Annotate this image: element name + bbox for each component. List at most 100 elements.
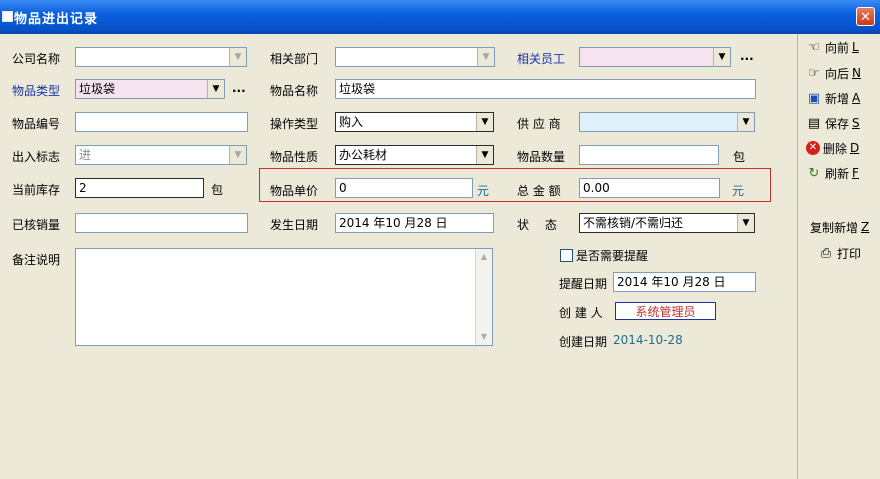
refresh-label: 刷新 [825, 166, 850, 181]
copy-new-button[interactable]: 复制新增 Z [810, 218, 869, 236]
item-nature-select[interactable]: 办公耗材 ▼ [335, 145, 494, 165]
op-type-label: 操作类型 [270, 117, 319, 131]
save-label: 保存 [825, 116, 850, 131]
remind-date-label: 提醒日期 [559, 277, 608, 291]
next-label: 向后 [825, 66, 850, 81]
print-label: 打印 [837, 246, 862, 261]
written-off-input[interactable] [75, 213, 248, 233]
item-code-input[interactable] [75, 112, 248, 132]
status-label: 状 态 [517, 218, 557, 232]
refresh-icon: ↻ [808, 165, 820, 181]
staff-select[interactable]: ▼ [579, 47, 731, 67]
item-code-label: 物品编号 [12, 117, 61, 131]
dept-label: 相关部门 [270, 52, 319, 66]
chevron-down-icon[interactable]: ▼ [476, 113, 493, 131]
date-label: 发生日期 [270, 218, 319, 232]
item-type-select[interactable]: 垃圾袋 ▼ [75, 79, 225, 99]
title-bar: 物品进出记录 ✕ [0, 0, 880, 34]
item-type-label: 物品类型 [12, 84, 61, 98]
unit-price-input[interactable]: 0 [335, 178, 473, 198]
op-type-value: 购入 [339, 115, 364, 129]
new-shortcut: A [852, 91, 861, 105]
save-shortcut: S [852, 116, 860, 130]
delete-shortcut: D [850, 141, 860, 155]
chevron-down-icon[interactable]: ▼ [737, 113, 754, 131]
supplier-select[interactable]: ▼ [579, 112, 755, 132]
new-label: 新增 [825, 91, 850, 106]
next-shortcut: N [852, 66, 861, 80]
status-select[interactable]: 不需核销/不需归还 ▼ [579, 213, 755, 233]
prev-button[interactable]: ☜ 向前 L [806, 38, 859, 56]
window-title: 物品进出记录 [14, 12, 99, 27]
price-unit: 元 [477, 184, 490, 198]
hand-left-icon: ☜ [808, 39, 820, 55]
io-flag-value: 进 [79, 148, 92, 162]
notes-textarea[interactable]: ▲ ▼ [75, 248, 493, 346]
total-label: 总 金 额 [517, 184, 561, 198]
item-qty-input[interactable] [579, 145, 719, 165]
delete-label: 删除 [823, 141, 848, 156]
copy-new-label: 复制新增 [810, 220, 859, 235]
unit-price-label: 物品单价 [270, 184, 319, 198]
scroll-down-icon[interactable]: ▼ [476, 329, 492, 345]
date-input[interactable]: 2014 年10 月28 日 [335, 213, 494, 233]
chevron-down-icon[interactable]: ▼ [229, 146, 246, 164]
notes-scrollbar[interactable]: ▲ ▼ [475, 249, 492, 345]
close-button[interactable]: ✕ [856, 7, 875, 26]
staff-more-button[interactable]: ... [740, 49, 754, 63]
created-date-label: 创建日期 [559, 335, 608, 349]
refresh-button[interactable]: ↻ 刷新 F [806, 164, 859, 182]
prev-shortcut: L [852, 40, 859, 54]
next-button[interactable]: ☞ 向后 N [806, 64, 861, 82]
hand-right-icon: ☞ [808, 65, 820, 81]
window-icon [2, 11, 13, 22]
item-type-more-button[interactable]: ... [232, 81, 246, 95]
creator-label: 创 建 人 [559, 306, 603, 320]
chevron-down-icon[interactable]: ▼ [476, 146, 493, 164]
item-type-value: 垃圾袋 [79, 82, 116, 96]
prev-label: 向前 [825, 40, 850, 55]
item-qty-label: 物品数量 [517, 150, 566, 164]
chevron-down-icon[interactable]: ▼ [713, 48, 730, 66]
chevron-down-icon[interactable]: ▼ [229, 48, 246, 66]
chevron-down-icon[interactable]: ▼ [207, 80, 224, 98]
printer-icon: ⎙ [820, 245, 832, 261]
remind-label: 是否需要提醒 [576, 249, 649, 263]
remind-checkbox[interactable] [560, 249, 573, 262]
item-nature-label: 物品性质 [270, 150, 319, 164]
chevron-down-icon[interactable]: ▼ [477, 48, 494, 66]
chevron-down-icon[interactable]: ▼ [737, 214, 754, 232]
notes-label: 备注说明 [12, 253, 61, 267]
action-toolbar: ☜ 向前 L ☞ 向后 N ▣ 新增 A ▤ 保存 S ✕ 删除 D ↻ 刷新 … [797, 34, 880, 479]
op-type-select[interactable]: 购入 ▼ [335, 112, 494, 132]
item-name-input[interactable]: 垃圾袋 [335, 79, 756, 99]
stock-unit: 包 [211, 183, 224, 197]
new-button[interactable]: ▣ 新增 A [806, 89, 860, 107]
refresh-shortcut: F [852, 166, 859, 180]
company-select[interactable]: ▼ [75, 47, 247, 67]
company-label: 公司名称 [12, 52, 61, 66]
print-button[interactable]: ⎙ 打印 [818, 244, 861, 262]
io-flag-label: 出入标志 [12, 150, 61, 164]
new-record-icon: ▣ [807, 90, 821, 106]
written-off-label: 已核销量 [12, 218, 61, 232]
delete-icon: ✕ [806, 141, 820, 155]
qty-unit: 包 [733, 150, 746, 164]
total-unit: 元 [732, 184, 745, 198]
io-flag-select[interactable]: 进 ▼ [75, 145, 247, 165]
supplier-label: 供 应 商 [517, 117, 561, 131]
copy-new-shortcut: Z [861, 220, 870, 234]
floppy-disk-icon: ▤ [807, 115, 821, 131]
remind-date-input[interactable]: 2014 年10 月28 日 [613, 272, 756, 292]
scroll-up-icon[interactable]: ▲ [476, 249, 492, 265]
creator-value: 系统管理员 [615, 302, 716, 320]
save-button[interactable]: ▤ 保存 S [806, 114, 860, 132]
total-amount-input[interactable]: 0.00 [579, 178, 720, 198]
dept-select[interactable]: ▼ [335, 47, 495, 67]
delete-button[interactable]: ✕ 删除 D [806, 139, 859, 157]
status-value: 不需核销/不需归还 [583, 216, 684, 230]
created-date-value: 2014-10-28 [613, 333, 683, 347]
stock-input[interactable]: 2 [75, 178, 204, 198]
stock-label: 当前库存 [12, 183, 61, 197]
staff-label: 相关员工 [517, 52, 566, 66]
